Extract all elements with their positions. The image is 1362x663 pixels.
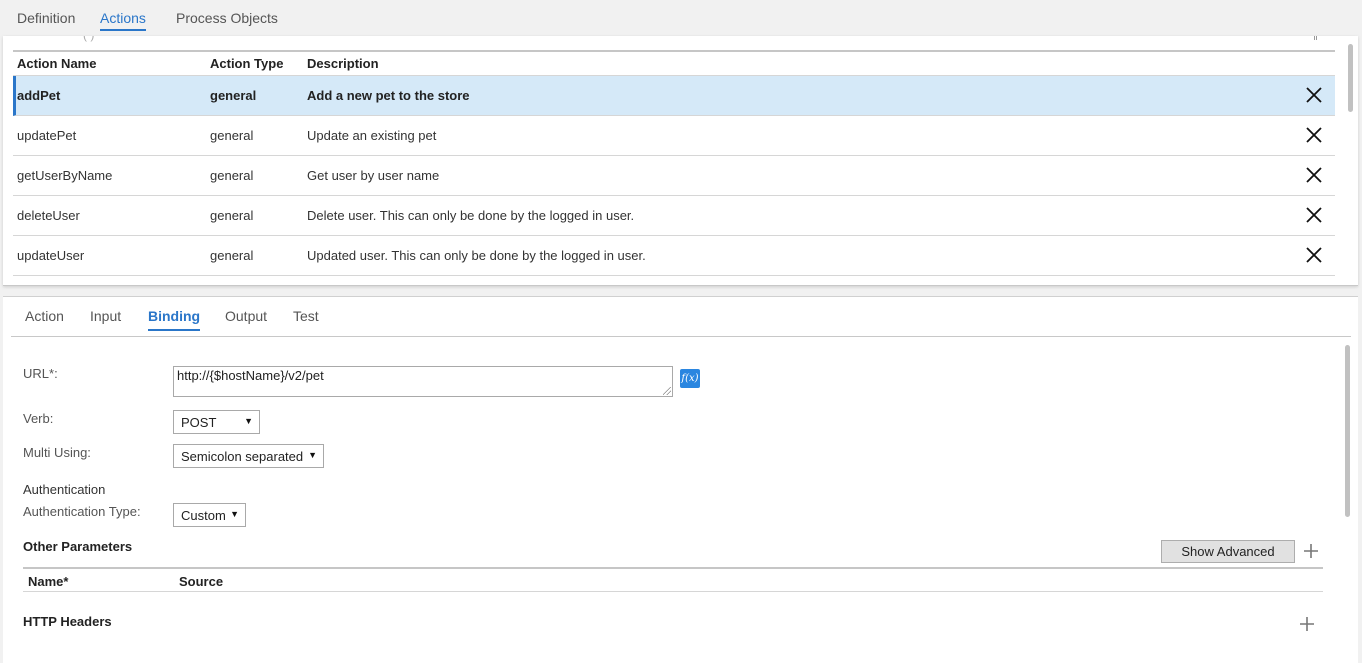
- action-row-deleteuser[interactable]: deleteUser general Delete user. This can…: [13, 196, 1335, 236]
- action-name: getUserByName: [17, 168, 113, 183]
- multi-using-select[interactable]: Semicolon separated ▼: [173, 444, 324, 468]
- top-tab-bar: Definition Actions Process Objects: [0, 0, 1362, 36]
- header-name: Name*: [28, 574, 69, 589]
- action-row-addpet[interactable]: addPet general Add a new pet to the stor…: [13, 76, 1335, 116]
- other-parameters-title: Other Parameters: [23, 539, 133, 554]
- action-row-getuserbyname[interactable]: getUserByName general Get user by user n…: [13, 156, 1335, 196]
- header-action-name[interactable]: Action Name: [17, 56, 96, 71]
- header-description[interactable]: Description: [307, 56, 379, 71]
- action-type: general: [210, 248, 254, 263]
- action-name: updateUser: [17, 248, 85, 263]
- add-http-header-plus-icon[interactable]: [1299, 616, 1315, 632]
- verb-select-value: POST: [181, 415, 217, 430]
- close-x-icon[interactable]: [1304, 165, 1324, 185]
- action-name: deleteUser: [17, 208, 80, 223]
- action-name: updatePet: [17, 128, 77, 143]
- dropdown-arrow-icon: ▼: [308, 450, 317, 460]
- actions-table-header: Action Name Action Type Description: [13, 50, 1335, 76]
- close-x-icon[interactable]: [1304, 85, 1324, 105]
- action-description: Get user by user name: [307, 168, 440, 183]
- multi-using-label: Multi Using:: [23, 445, 91, 460]
- close-x-icon[interactable]: [1304, 125, 1324, 145]
- action-description: Updated user. This can only be done by t…: [307, 248, 646, 263]
- action-row-updatepet[interactable]: updatePet general Update an existing pet: [13, 116, 1335, 156]
- dropdown-arrow-icon: ▼: [230, 509, 239, 519]
- action-type: general: [210, 208, 254, 223]
- dropdown-arrow-icon: ▼: [244, 416, 253, 426]
- tab-output[interactable]: Output: [225, 308, 267, 324]
- action-type: general: [210, 88, 257, 103]
- tab-action[interactable]: Action: [25, 308, 64, 324]
- header-action-type[interactable]: Action Type: [210, 56, 283, 71]
- clipped-handle: [1314, 36, 1317, 40]
- close-x-icon[interactable]: [1304, 205, 1324, 225]
- actions-panel: ( ) Action Name Action Type Description …: [3, 36, 1358, 286]
- verb-label: Verb:: [23, 411, 54, 426]
- action-detail-panel: Action Input Binding Output Test URL*: h…: [3, 296, 1358, 663]
- action-description: Add a new pet to the store: [307, 88, 470, 103]
- add-parameter-plus-icon[interactable]: [1303, 543, 1319, 559]
- header-source: Source: [179, 574, 224, 589]
- tab-test[interactable]: Test: [293, 308, 319, 324]
- clipped-text-fragment: ( ): [83, 36, 94, 42]
- parameters-table-header: Name* Source: [23, 567, 1323, 592]
- tab-divider: [11, 336, 1351, 337]
- action-type: general: [210, 128, 254, 143]
- verb-select[interactable]: POST ▼: [173, 410, 260, 434]
- action-type: general: [210, 168, 254, 183]
- auth-type-select-value: Custom: [181, 508, 226, 523]
- resize-grip-icon[interactable]: [663, 387, 671, 395]
- close-x-icon[interactable]: [1304, 245, 1324, 265]
- binding-scrollbar[interactable]: [1345, 345, 1350, 517]
- action-description: Delete user. This can only be done by th…: [307, 208, 635, 223]
- action-description: Update an existing pet: [307, 128, 437, 143]
- action-row-updateuser[interactable]: updateUser general Updated user. This ca…: [13, 236, 1335, 276]
- tab-binding[interactable]: Binding: [148, 308, 201, 331]
- auth-type-label: Authentication Type:: [23, 504, 141, 519]
- tab-process-objects[interactable]: Process Objects: [176, 10, 278, 26]
- tab-actions[interactable]: Actions: [100, 10, 146, 31]
- url-field[interactable]: http://{$hostName}/v2/pet: [173, 366, 673, 397]
- tab-definition[interactable]: Definition: [17, 10, 75, 26]
- auth-type-select[interactable]: Custom ▼: [173, 503, 246, 527]
- url-field-value: http://{$hostName}/v2/pet: [177, 368, 324, 383]
- authentication-heading: Authentication: [23, 482, 106, 497]
- show-advanced-button[interactable]: Show Advanced: [1161, 540, 1295, 563]
- url-label: URL*:: [23, 366, 58, 381]
- tab-input[interactable]: Input: [90, 308, 121, 324]
- action-name: addPet: [17, 88, 61, 103]
- http-headers-title: HTTP Headers: [23, 614, 112, 629]
- actions-scrollbar[interactable]: [1348, 44, 1353, 112]
- expression-editor-button[interactable]: f(x): [680, 369, 700, 388]
- multi-using-select-value: Semicolon separated: [181, 449, 304, 464]
